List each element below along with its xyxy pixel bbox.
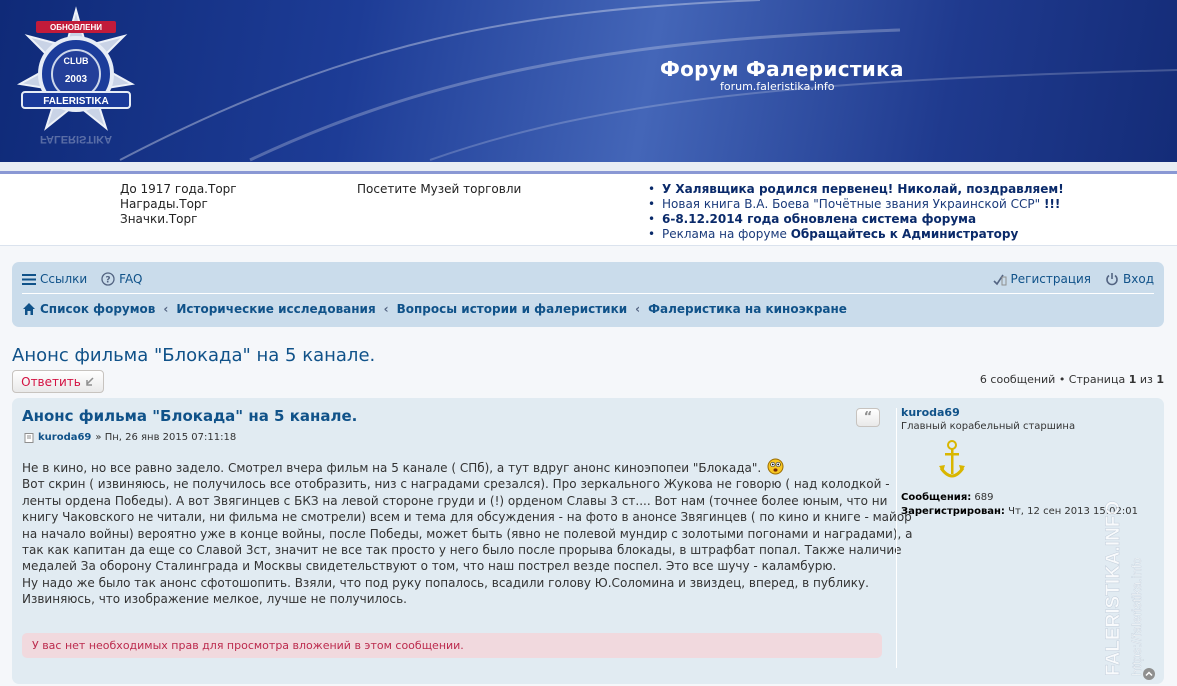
- svg-text:?: ?: [106, 276, 111, 286]
- post-icon[interactable]: [24, 432, 34, 443]
- post-line: Вот скрин ( извиняюсь, не получилось все…: [22, 477, 890, 492]
- post-line: книгу Чаковского не читали, ни фильма не…: [22, 510, 912, 525]
- link-trade-badges[interactable]: Значки.Торг: [120, 212, 237, 227]
- news-item[interactable]: Реклама на форуме Обращайтесь к Админист…: [646, 227, 1064, 242]
- reply-button[interactable]: Ответить: [12, 370, 104, 393]
- svg-text:https://faleristika.info: https://faleristika.info: [1129, 558, 1144, 677]
- header-banner: CLUB 2003 ОБНОВЛЕНИ FALERISTIKA FALERIST…: [0, 0, 1177, 162]
- post-meta: kuroda69 » Пн, 26 янв 2015 07:11:18: [24, 432, 236, 443]
- reply-arrow-icon: [86, 376, 94, 386]
- post-line: Не в кино, но все равно задело. Смотрел …: [22, 458, 882, 476]
- post-line: медалей За оборону Сталинграда и Москвы …: [22, 559, 837, 574]
- museum-links: Посетите Музей торговли: [357, 182, 521, 196]
- svg-text:ОБНОВЛЕНИ: ОБНОВЛЕНИ: [50, 23, 102, 32]
- post-line: на начало войны) вероятно уже в конце во…: [22, 526, 913, 541]
- breadcrumb: Список форумов ‹ Исторические исследован…: [22, 302, 847, 316]
- register-link[interactable]: Регистрация: [992, 272, 1091, 286]
- svg-text:CLUB: CLUB: [64, 56, 89, 66]
- post: Анонс фильма "Блокада" на 5 канале. “ ku…: [12, 398, 1164, 684]
- svg-text:2003: 2003: [65, 74, 88, 85]
- post-author[interactable]: kuroda69: [38, 432, 91, 443]
- news-item[interactable]: У Халявщика родился первенец! Николай, п…: [646, 182, 1064, 197]
- post-line: так как капитан да еще со Славой 3ст, зн…: [22, 543, 902, 558]
- pagination: 6 сообщений • Страница 1 из 1: [979, 373, 1164, 386]
- post-line: ленты ордена Победы). А вот Звягинцев с …: [22, 493, 888, 508]
- breadcrumb-cinema[interactable]: Фалеристика на киноэкране: [648, 302, 847, 316]
- pencil-check-icon: [992, 274, 1007, 285]
- breadcrumb-history-questions[interactable]: Вопросы истории и фалеристики: [397, 302, 628, 316]
- site-title: Форум Фалеристика: [660, 57, 904, 81]
- post-body: Не в кино, но все равно задело. Смотрел …: [22, 458, 913, 608]
- faq-link[interactable]: ? FAQ: [101, 272, 142, 286]
- quote-button[interactable]: “: [856, 408, 880, 427]
- breadcrumb-forum-index[interactable]: Список форумов: [40, 302, 155, 316]
- site-subtitle: forum.faleristika.info: [720, 80, 835, 93]
- total-pages: 1: [1156, 373, 1164, 386]
- link-trade-awards[interactable]: Награды.Торг: [120, 197, 237, 212]
- breadcrumb-historical-research[interactable]: Исторические исследования: [176, 302, 375, 316]
- svg-text:FALERISTIKA: FALERISTIKA: [43, 96, 109, 107]
- post-date: » Пн, 26 янв 2015 07:11:18: [95, 432, 237, 443]
- post-line: Извиняюсь, что изображение мелкое, лучше…: [22, 592, 407, 607]
- profile-divider: [896, 408, 897, 668]
- post-title[interactable]: Анонс фильма "Блокада" на 5 канале.: [22, 407, 357, 425]
- profile-username[interactable]: kuroda69: [901, 406, 1151, 419]
- navbar: Ссылки ? FAQ Регистрация Вход Список фор…: [12, 262, 1164, 327]
- navbar-divider: [22, 293, 1154, 294]
- topic-title[interactable]: Анонс фильма "Блокада" на 5 канале.: [12, 345, 375, 366]
- faleristika-watermark: FALERISTIKA.INFO https://faleristika.inf…: [1103, 501, 1144, 677]
- link-trade-pre1917[interactable]: До 1917 года.Торг: [120, 182, 237, 197]
- top-links-panel: До 1917 года.Торг Награды.Торг Значки.То…: [0, 174, 1177, 246]
- post-line: Ну надо же было так анонс сфотошопить. В…: [22, 575, 869, 590]
- home-icon: [23, 303, 35, 315]
- news-item[interactable]: Новая книга В.А. Боева "Почётные звания …: [646, 197, 1064, 212]
- trade-links: До 1917 года.Торг Награды.Торг Значки.То…: [120, 182, 237, 227]
- rank-anchor-icon: [939, 440, 965, 478]
- login-link[interactable]: Вход: [1105, 272, 1154, 286]
- attachment-permission-notice: У вас нет необходимых прав для просмотра…: [22, 633, 882, 658]
- question-circle-icon: ?: [101, 272, 115, 286]
- faleristika-logo[interactable]: CLUB 2003 ОБНОВЛЕНИ FALERISTIKA FALERIST…: [14, 6, 139, 156]
- news-list: У Халявщика родился первенец! Николай, п…: [646, 182, 1064, 242]
- shocked-smiley-icon: [767, 458, 784, 475]
- profile-rank: Главный корабельный старшина: [901, 421, 1076, 432]
- scroll-to-top-button[interactable]: [1143, 668, 1155, 680]
- news-item[interactable]: 6-8.12.2014 года обновлена система форум…: [646, 212, 1064, 227]
- banner-swoosh: [119, 0, 1177, 162]
- links-menu[interactable]: Ссылки: [22, 272, 87, 286]
- hamburger-icon: [22, 273, 36, 285]
- arrow-up-icon: [1145, 671, 1153, 677]
- power-icon: [1106, 273, 1118, 286]
- svg-text:FALERISTIKA.INFO: FALERISTIKA.INFO: [1103, 501, 1124, 676]
- link-museum[interactable]: Посетите Музей торговли: [357, 182, 521, 196]
- svg-text:FALERISTIKA: FALERISTIKA: [40, 133, 112, 145]
